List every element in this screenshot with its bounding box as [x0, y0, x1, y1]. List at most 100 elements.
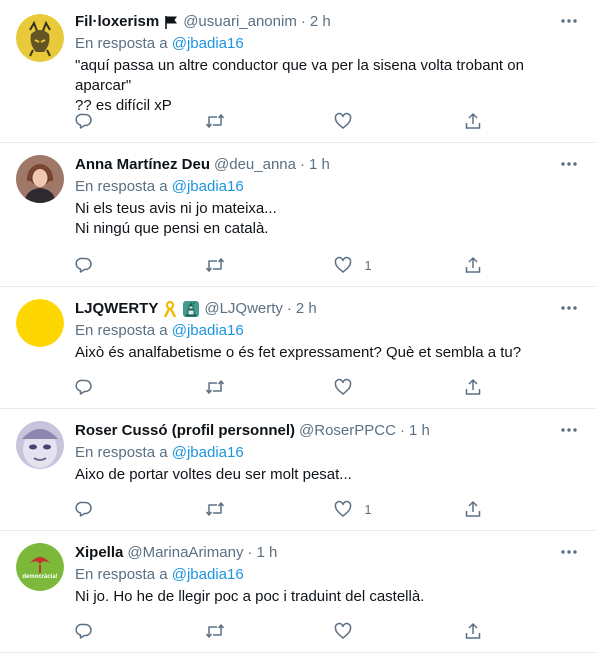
separator-dot: ·: [247, 544, 253, 561]
like-button[interactable]: 1: [334, 255, 372, 275]
tweet-text: Aixo de portar voltes deu ser molt pesat…: [75, 465, 582, 485]
timestamp[interactable]: 1 h: [409, 421, 430, 441]
retweet-button[interactable]: [205, 255, 241, 275]
reply-icon: [75, 112, 93, 130]
like-button[interactable]: [334, 621, 370, 641]
reply-mention-link[interactable]: @jbadia16: [172, 178, 244, 195]
tweet-2[interactable]: Anna Martínez Deu @deu_anna · 1 h En res…: [0, 143, 596, 287]
author-handle[interactable]: @MarinaArimany: [127, 543, 243, 563]
tweet-text-line: "aquí passa un altre conductor que va pe…: [75, 57, 524, 94]
retweet-button[interactable]: [205, 377, 241, 397]
share-button[interactable]: [464, 111, 500, 131]
author-handle[interactable]: @deu_anna: [214, 155, 296, 175]
reply-button[interactable]: [75, 111, 111, 131]
reply-prefix: En resposta a: [75, 35, 168, 52]
author-handle[interactable]: @RoserPPCC: [299, 421, 396, 441]
reply-icon: [75, 256, 93, 274]
tweet-text-line: Això és analfabetisme o és fet expressam…: [75, 344, 522, 361]
reply-button[interactable]: [75, 377, 111, 397]
retweet-icon: [205, 378, 225, 396]
reply-context: En resposta a @jbadia16: [75, 321, 582, 341]
like-icon: [334, 112, 352, 130]
separator-dot: ·: [299, 156, 305, 173]
separator-dot: ·: [286, 300, 292, 317]
retweet-icon: [205, 622, 225, 640]
tweet-actions: 1: [75, 499, 500, 519]
tweet-actions: 1: [75, 255, 500, 275]
tweet-1[interactable]: Fil·loxerism @usuari_anonim · 2 h En res…: [0, 0, 596, 143]
retweet-button[interactable]: [205, 621, 241, 641]
avatar[interactable]: [16, 14, 64, 62]
reply-mention-link[interactable]: @jbadia16: [172, 444, 244, 461]
timestamp[interactable]: 1 h: [256, 543, 277, 563]
more-icon[interactable]: [558, 297, 580, 319]
statue-icon: [182, 300, 200, 318]
share-button[interactable]: [464, 621, 500, 641]
reply-button[interactable]: [75, 255, 111, 275]
tweet-text-line: Aixo de portar voltes deu ser molt pesat…: [75, 466, 352, 483]
retweet-icon: [205, 256, 225, 274]
share-icon: [464, 378, 482, 396]
tweet-4[interactable]: Roser Cussó (profil personnel) @RoserPPC…: [0, 409, 596, 531]
avatar[interactable]: [16, 299, 64, 347]
avatar[interactable]: [16, 421, 64, 469]
share-button[interactable]: [464, 499, 500, 519]
reply-button[interactable]: [75, 499, 111, 519]
tweet-3[interactable]: LJQWERTY @LJQwerty · 2 h En resposta a @…: [0, 287, 596, 409]
author-handle[interactable]: @LJQwerty: [204, 299, 283, 319]
reply-button[interactable]: [75, 621, 111, 641]
reply-icon: [75, 378, 93, 396]
retweet-button[interactable]: [205, 499, 241, 519]
timestamp[interactable]: 2 h: [310, 12, 331, 32]
author-name[interactable]: Anna Martínez Deu: [75, 155, 210, 175]
timestamp[interactable]: 1 h: [309, 155, 330, 175]
tweet-text: "aquí passa un altre conductor que va pe…: [75, 56, 582, 116]
tweet-text: Ni jo. Ho he de llegir poc a poc i tradu…: [75, 587, 582, 607]
separator-dot: ·: [399, 422, 405, 439]
share-button[interactable]: [464, 377, 500, 397]
ribbon-icon: [162, 300, 178, 318]
reply-prefix: En resposta a: [75, 178, 168, 195]
tweet-text-line: Ni jo. Ho he de llegir poc a poc i tradu…: [75, 588, 425, 605]
retweet-button[interactable]: [205, 111, 241, 131]
like-button[interactable]: [334, 377, 370, 397]
like-icon: [334, 622, 352, 640]
reply-mention-link[interactable]: @jbadia16: [172, 566, 244, 583]
share-button[interactable]: [464, 255, 500, 275]
retweet-icon: [205, 500, 225, 518]
avatar[interactable]: [16, 155, 64, 203]
logo-text: democràcia!: [22, 574, 57, 580]
reply-prefix: En resposta a: [75, 566, 168, 583]
more-icon[interactable]: [558, 419, 580, 441]
avatar[interactable]: democràcia!: [16, 543, 64, 591]
author-name[interactable]: LJQWERTY: [75, 299, 158, 319]
like-button[interactable]: 1: [334, 499, 372, 519]
author-name[interactable]: Xipella: [75, 543, 123, 563]
tweet-actions: [75, 621, 500, 641]
reply-icon: [75, 622, 93, 640]
tweet-5[interactable]: democràcia! Xipella @MarinaArimany · 1 h…: [0, 531, 596, 653]
reply-context: En resposta a @jbadia16: [75, 565, 582, 585]
reply-mention-link[interactable]: @jbadia16: [172, 35, 244, 52]
author-handle[interactable]: @usuari_anonim: [183, 12, 297, 32]
author-name[interactable]: Fil·loxerism: [75, 12, 159, 32]
tweet-text: Això és analfabetisme o és fet expressam…: [75, 343, 582, 363]
tweet-text: Ni els teus avis ni jo mateixa... Ni nin…: [75, 199, 582, 239]
flag-icon: [163, 14, 179, 30]
like-count: 1: [364, 501, 372, 517]
like-icon: [334, 378, 352, 396]
like-button[interactable]: [334, 111, 370, 131]
author-name[interactable]: Roser Cussó (profil personnel): [75, 421, 295, 441]
reply-context: En resposta a @jbadia16: [75, 443, 582, 463]
more-icon[interactable]: [558, 10, 580, 32]
timestamp[interactable]: 2 h: [296, 299, 317, 319]
share-icon: [464, 256, 482, 274]
more-icon[interactable]: [558, 541, 580, 563]
reply-mention-link[interactable]: @jbadia16: [172, 322, 244, 339]
reply-icon: [75, 500, 93, 518]
tweet-actions: [75, 111, 500, 131]
share-icon: [464, 112, 482, 130]
tweet-text-line: Ni ningú que pensi en català.: [75, 220, 269, 237]
more-icon[interactable]: [558, 153, 580, 175]
like-icon: [334, 500, 352, 518]
